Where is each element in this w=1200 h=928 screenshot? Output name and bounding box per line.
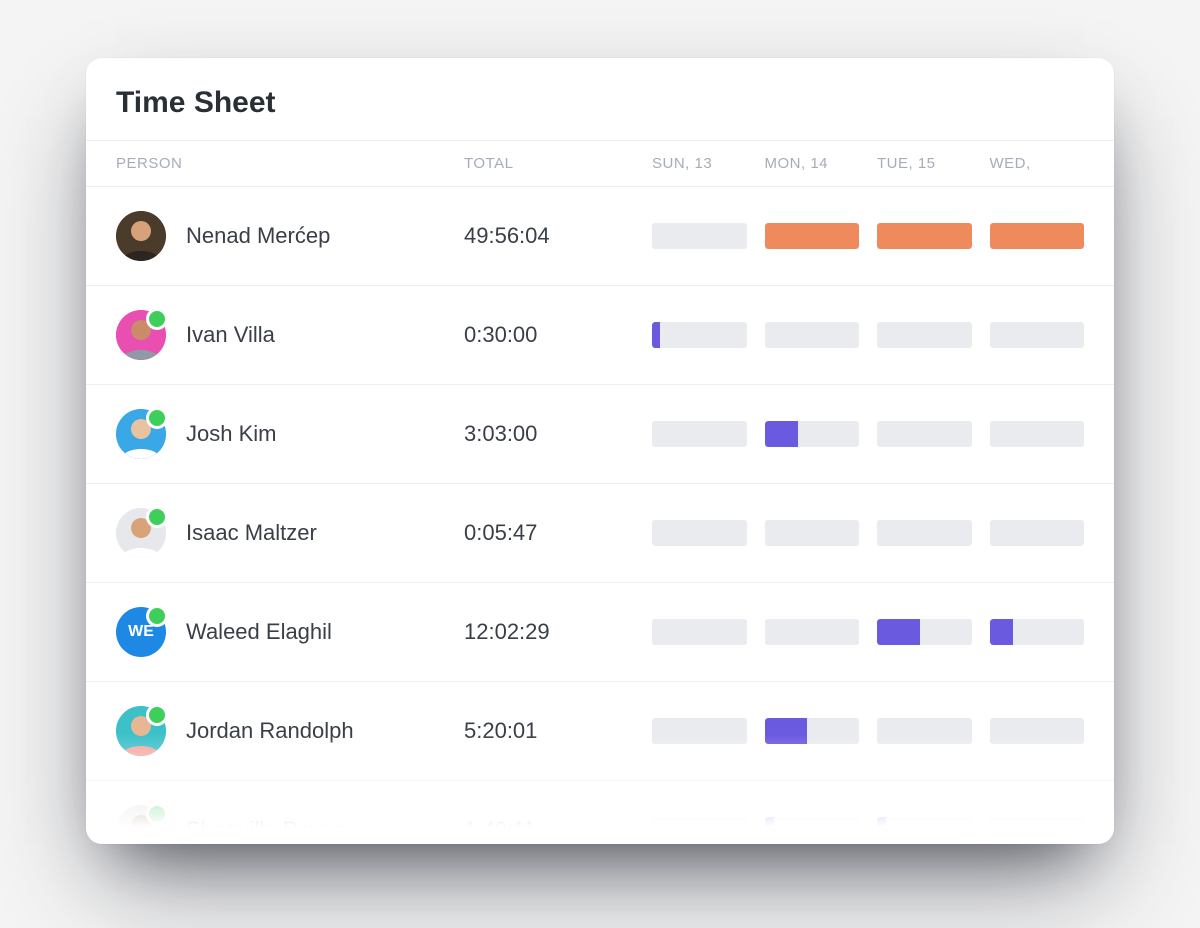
avatar[interactable] [116,409,166,459]
day-bar[interactable] [652,520,747,546]
day-bar[interactable] [765,421,860,447]
total-time: 5:20:01 [464,718,634,744]
total-time: 3:03:00 [464,421,634,447]
table-row[interactable]: Shaquille Payne 1:40:11 [86,781,1114,844]
table-row[interactable]: Nenad Merćep 49:56:04 [86,187,1114,286]
day-bar-fill [765,718,808,744]
day-bar[interactable] [652,322,747,348]
day-bar[interactable] [877,520,972,546]
day-bar[interactable] [652,421,747,447]
day-bar[interactable] [990,520,1085,546]
avatar[interactable] [116,211,166,261]
person-cell[interactable]: Shaquille Payne [116,805,446,844]
avatar[interactable]: WE [116,607,166,657]
avatar[interactable] [116,508,166,558]
day-bar[interactable] [765,718,860,744]
person-name: Shaquille Payne [186,817,345,843]
table-row[interactable]: Josh Kim 3:03:00 [86,385,1114,484]
day-bar-fill [877,619,920,645]
day-bar[interactable] [877,421,972,447]
table-header: PERSON TOTAL SUN, 13 MON, 14 TUE, 15 WED… [86,141,1114,187]
person-cell[interactable]: Jordan Randolph [116,706,446,756]
day-bar[interactable] [990,718,1085,744]
day-bar[interactable] [765,520,860,546]
day-bar[interactable] [652,718,747,744]
day-bar[interactable] [877,322,972,348]
table-body: Nenad Merćep 49:56:04 Ivan Villa 0:30:00 J… [86,187,1114,844]
person-cell[interactable]: WE Waleed Elaghil [116,607,446,657]
day-bar[interactable] [877,718,972,744]
total-time: 1:40:11 [464,817,634,843]
day-bar-fill [877,817,886,843]
day-bar[interactable] [990,817,1085,843]
col-header-day-0[interactable]: SUN, 13 [652,155,747,172]
day-bar[interactable] [765,817,860,843]
total-time: 0:30:00 [464,322,634,348]
table-row[interactable]: WE Waleed Elaghil 12:02:29 [86,583,1114,682]
day-bar[interactable] [877,619,972,645]
day-bar-fill [765,817,774,843]
day-bar[interactable] [765,322,860,348]
presence-indicator-icon [146,704,168,726]
presence-indicator-icon [146,605,168,627]
day-bar[interactable] [990,619,1085,645]
day-bar[interactable] [765,619,860,645]
person-cell[interactable]: Ivan Villa [116,310,446,360]
person-cell[interactable]: Isaac Maltzer [116,508,446,558]
day-bar[interactable] [877,223,972,249]
day-bar[interactable] [990,322,1085,348]
person-cell[interactable]: Nenad Merćep [116,211,446,261]
person-name: Josh Kim [186,421,276,447]
avatar[interactable] [116,706,166,756]
col-header-day-1[interactable]: MON, 14 [765,155,860,172]
presence-indicator-icon [146,506,168,528]
avatar[interactable] [116,310,166,360]
total-time: 12:02:29 [464,619,634,645]
presence-indicator-icon [146,407,168,429]
day-bar-fill [765,421,798,447]
day-bar[interactable] [652,817,747,843]
person-name: Isaac Maltzer [186,520,317,546]
presence-indicator-icon [146,308,168,330]
person-cell[interactable]: Josh Kim [116,409,446,459]
day-bar-fill [990,223,1085,249]
col-header-day-2[interactable]: TUE, 15 [877,155,972,172]
day-bar-fill [877,223,972,249]
table-row[interactable]: Ivan Villa 0:30:00 [86,286,1114,385]
table-row[interactable]: Isaac Maltzer 0:05:47 [86,484,1114,583]
day-bar[interactable] [990,421,1085,447]
col-header-day-3[interactable]: WED, [990,155,1085,172]
day-bar[interactable] [652,619,747,645]
person-name: Nenad Merćep [186,223,330,249]
day-bar-fill [765,223,860,249]
page-title: Time Sheet [86,58,1114,141]
day-bar[interactable] [652,223,747,249]
col-header-person: PERSON [116,155,446,172]
person-name: Waleed Elaghil [186,619,332,645]
day-bar[interactable] [877,817,972,843]
day-bar[interactable] [765,223,860,249]
day-bar[interactable] [990,223,1085,249]
day-bar-fill [990,619,1014,645]
avatar[interactable] [116,805,166,844]
person-name: Jordan Randolph [186,718,354,744]
timesheet-card: Time Sheet PERSON TOTAL SUN, 13 MON, 14 … [86,58,1114,844]
total-time: 0:05:47 [464,520,634,546]
presence-indicator-icon [146,803,168,825]
day-bar-fill [652,322,660,348]
person-name: Ivan Villa [186,322,275,348]
col-header-total: TOTAL [464,155,634,172]
table-row[interactable]: Jordan Randolph 5:20:01 [86,682,1114,781]
total-time: 49:56:04 [464,223,634,249]
